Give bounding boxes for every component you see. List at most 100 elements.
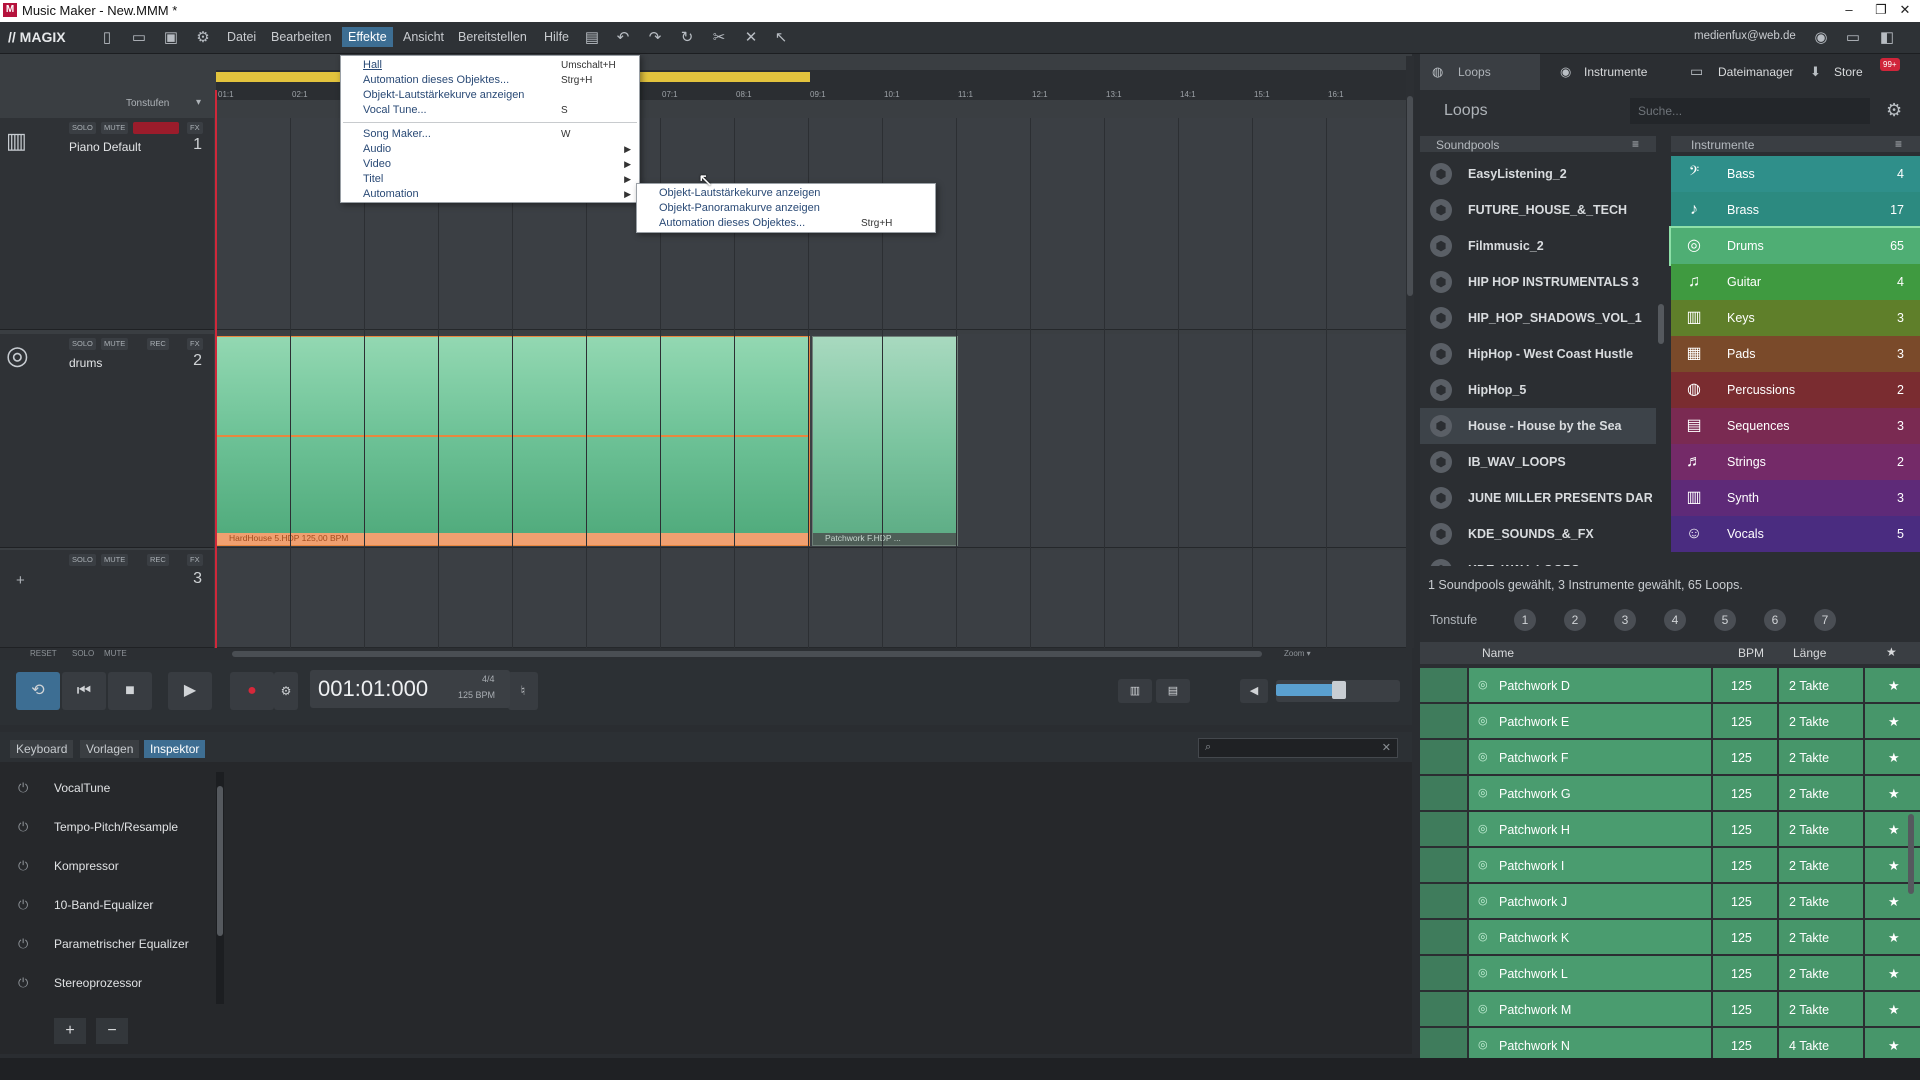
fx-button[interactable]: FX (187, 122, 203, 134)
favorite-star-icon[interactable]: ★ (1865, 740, 1920, 774)
favorite-star-icon[interactable]: ★ (1865, 920, 1920, 954)
menu-effekte[interactable]: Effekte (342, 27, 393, 47)
tonstufe-button[interactable]: 2 (1564, 609, 1586, 631)
tab-dateimanager[interactable]: ▭ Dateimanager (1678, 54, 1798, 90)
fx-scrollbar[interactable] (216, 772, 224, 1004)
play-button[interactable]: ▶ (168, 672, 212, 710)
close-button[interactable]: ✕ (1890, 2, 1920, 18)
submenu-item-automation[interactable]: Automation dieses Objektes... (659, 217, 805, 229)
preview-cell[interactable] (1420, 992, 1467, 1026)
menu-item-hall[interactable]: Hall (363, 59, 382, 71)
fx-item[interactable]: ⏻ Tempo-Pitch/Resample (8, 811, 212, 845)
volume-curve[interactable] (217, 435, 809, 437)
clear-icon[interactable]: ✕ (1382, 741, 1391, 754)
rotate-icon[interactable]: ↻ (678, 29, 696, 47)
instrument-item[interactable]: ▦ Pads 3 (1671, 336, 1920, 372)
menu-item-automation-sub[interactable]: Automation (363, 188, 419, 200)
timecode-display[interactable]: 001:01:000 4/4 125 BPM (310, 670, 510, 708)
tab-vorlagen[interactable]: Vorlagen (80, 740, 140, 758)
playhead[interactable] (215, 90, 217, 648)
menu-bearbeiten[interactable]: Bearbeiten (271, 30, 331, 44)
tonstufe-button[interactable]: 6 (1764, 609, 1786, 631)
settings-gear-icon[interactable]: ⚙ (1886, 100, 1902, 121)
track-name[interactable]: drums (69, 356, 102, 370)
favorite-star-icon[interactable]: ★ (1865, 1028, 1920, 1062)
rec-button[interactable] (133, 122, 179, 134)
layout-toggle-icon[interactable]: ▭ (1840, 29, 1866, 47)
add-fx-button[interactable]: + (54, 1018, 86, 1044)
loop-button[interactable]: ⟲ (16, 672, 60, 710)
fx-item[interactable]: ⏻ Parametrischer Equalizer (8, 928, 212, 962)
preview-cell[interactable] (1420, 776, 1467, 810)
power-icon[interactable]: ⏻ (18, 819, 28, 835)
loop-row[interactable]: Patchwork L ◎ 125 2 Takte ★ (1420, 956, 1920, 992)
power-icon[interactable]: ⏻ (18, 858, 28, 874)
loop-list-scrollbar[interactable] (1908, 814, 1914, 894)
menu-item-video[interactable]: Video (363, 158, 391, 170)
audio-clip[interactable]: HardHouse 5.HDP 125,00 BPM (216, 336, 810, 546)
rec-button[interactable]: REC (147, 554, 169, 566)
fx-item[interactable]: ⏻ Kompressor (8, 850, 212, 884)
settings-gear-icon[interactable]: ⚙ (194, 29, 212, 47)
open-folder-icon[interactable]: ▭ (130, 29, 148, 47)
favorite-star-icon[interactable]: ★ (1865, 668, 1920, 702)
solo-button[interactable]: SOLO (69, 554, 96, 566)
rewind-button[interactable]: ⏮ (62, 672, 106, 710)
menu-item-audio[interactable]: Audio (363, 143, 391, 155)
fx-button[interactable]: FX (187, 338, 203, 350)
track-header-2[interactable]: ◎ SOLO MUTE REC FX drums 2 (0, 334, 214, 548)
audio-clip[interactable]: Patchwork F.HDP ... (812, 336, 958, 546)
instrument-item[interactable]: ◎ Drums 65 (1669, 226, 1920, 266)
menu-item-volume-curve[interactable]: Objekt-Lautstärkekurve anzeigen (363, 89, 524, 101)
power-icon[interactable]: ⏻ (18, 975, 28, 991)
preview-cell[interactable] (1420, 1028, 1467, 1062)
undo-icon[interactable]: ↶ (614, 29, 632, 47)
fx-item[interactable]: ⏻ 10-Band-Equalizer (8, 889, 212, 923)
vertical-scrollbar[interactable] (1406, 56, 1414, 648)
mute-button[interactable]: MUTE (101, 122, 129, 134)
menu-item-vocal-tune[interactable]: Vocal Tune... (363, 104, 427, 116)
panel-toggle-icon[interactable]: ◧ (1874, 29, 1900, 47)
list-options-icon[interactable]: ≡ (1632, 137, 1639, 151)
tonstufe-button[interactable]: 3 (1614, 609, 1636, 631)
zoom-dropdown[interactable]: Zoom ▾ (1284, 649, 1311, 658)
reset-button[interactable]: RESET (30, 649, 57, 658)
loop-row[interactable]: Patchwork M ◎ 125 2 Takte ★ (1420, 992, 1920, 1028)
tonstufe-button[interactable]: 1 (1514, 609, 1536, 631)
track-header-1[interactable]: ▥ SOLO MUTE FX Piano Default 1 (0, 118, 214, 330)
speaker-icon[interactable]: ◀ (1240, 679, 1268, 703)
loop-row[interactable]: Patchwork I ◎ 125 2 Takte ★ (1420, 848, 1920, 884)
fx-item[interactable]: ⏻ VocalTune (8, 772, 212, 806)
instrument-item[interactable]: ▥ Keys 3 (1671, 300, 1920, 336)
delete-icon[interactable]: ✕ (742, 29, 760, 47)
solo-button[interactable]: SOLO (69, 338, 96, 350)
instrument-item[interactable]: ▥ Synth 3 (1671, 480, 1920, 516)
fx-item[interactable]: ⏻ Stereoprozessor (8, 967, 212, 1001)
stop-button[interactable]: ■ (108, 672, 152, 710)
preview-cell[interactable] (1420, 884, 1467, 918)
record-button[interactable]: ● (230, 672, 274, 710)
column-header-name[interactable]: Name (1482, 646, 1514, 660)
master-volume-slider[interactable] (1276, 680, 1400, 702)
favorite-star-icon[interactable]: ★ (1865, 776, 1920, 810)
track-name[interactable]: Piano Default (69, 140, 141, 154)
power-icon[interactable]: ⏻ (18, 936, 28, 952)
solo-button[interactable]: SOLO (69, 122, 96, 134)
fx-button[interactable]: FX (187, 554, 203, 566)
menu-hilfe[interactable]: Hilfe (544, 30, 569, 44)
submenu-item-volume-curve[interactable]: Objekt-Lautstärkekurve anzeigen (659, 187, 820, 199)
column-header-favorite[interactable]: ★ (1886, 645, 1897, 659)
instrument-item[interactable]: ◍ Percussions 2 (1671, 372, 1920, 408)
mute-button[interactable]: MUTE (101, 554, 129, 566)
minimize-button[interactable]: – (1834, 2, 1864, 17)
tonstufen-dropdown-icon[interactable]: ▾ (196, 97, 201, 108)
menu-item-song-maker[interactable]: Song Maker... (363, 128, 431, 140)
inspector-search-input[interactable]: ⌕ ✕ (1198, 738, 1398, 758)
menu-datei[interactable]: Datei (227, 30, 256, 44)
redo-icon[interactable]: ↷ (646, 29, 664, 47)
new-file-icon[interactable]: ▯ (98, 29, 116, 47)
user-avatar-icon[interactable]: ◉ (1812, 29, 1830, 47)
tab-loops[interactable]: ◍ Loops (1420, 54, 1540, 90)
track-lane-2[interactable]: HardHouse 5.HDP 125,00 BPM Patchwork F.H… (216, 334, 1406, 548)
mute-button[interactable]: MUTE (101, 338, 129, 350)
